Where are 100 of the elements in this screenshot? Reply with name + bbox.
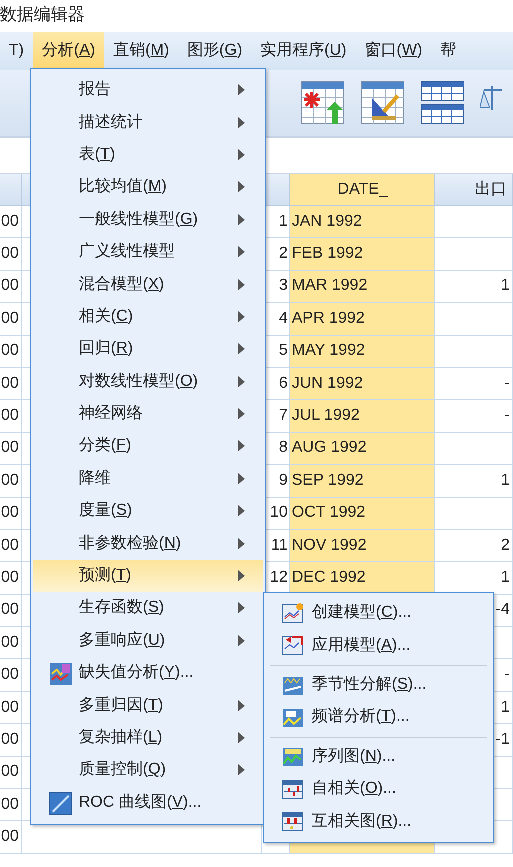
- table-cell: 00: [0, 789, 22, 822]
- table-cell: AUG 1992: [290, 432, 435, 466]
- submenu-arrow-icon: [238, 376, 245, 388]
- table-cell: NOV 1992: [290, 530, 435, 562]
- table-cell: 00: [0, 498, 22, 530]
- menu-item[interactable]: 非参数检验(N): [33, 527, 263, 560]
- chart-icon: [282, 706, 304, 729]
- menu-item[interactable]: 实用程序(U): [252, 32, 356, 70]
- menu-item[interactable]: 缺失值分析(Y)...: [33, 657, 263, 690]
- submenu-arrow-icon: [238, 148, 245, 161]
- table-cell: JUL 1992: [290, 400, 435, 433]
- window-title: 数据编辑器: [0, 4, 86, 26]
- menu-item[interactable]: 分析(A): [33, 32, 104, 70]
- submenu-arrow-icon: [238, 570, 245, 582]
- chart-icon: [282, 778, 304, 801]
- submenu-arrow-icon: [238, 278, 245, 291]
- menu-item[interactable]: 回归(R): [33, 333, 263, 366]
- submenu-arrow-icon: [238, 472, 245, 485]
- submenu-arrow-icon: [238, 84, 245, 96]
- table-cell: 00: [0, 724, 22, 757]
- table-cell: 00: [0, 270, 22, 304]
- submenu-arrow-icon: [238, 764, 245, 776]
- menu-item[interactable]: 一般线性模型(G): [33, 204, 263, 236]
- menu-item[interactable]: 帮: [432, 32, 466, 70]
- menu-item[interactable]: 神经网络: [33, 398, 263, 430]
- table-cell: 00: [0, 465, 22, 498]
- table-cell: DEC 1992: [290, 562, 435, 595]
- table-cell: JAN 1992: [290, 206, 435, 238]
- table-cell: 00: [0, 756, 22, 790]
- submenu-arrow-icon: [238, 634, 245, 647]
- menu-item[interactable]: 多重响应(U): [33, 624, 263, 658]
- split-table-icon[interactable]: [420, 80, 466, 126]
- table-cell: 00: [0, 692, 22, 724]
- submenu-arrow-icon: [238, 700, 245, 712]
- table-cell: 00: [0, 432, 22, 466]
- menu-item[interactable]: 复杂抽样(L): [33, 722, 263, 754]
- table-cell: 1: [435, 465, 513, 498]
- menu-item[interactable]: 降维: [33, 462, 263, 496]
- menu-item[interactable]: 报告: [33, 74, 263, 106]
- menu-item[interactable]: 表(T): [33, 138, 263, 172]
- menu-item[interactable]: 对数线性模型(O): [33, 366, 263, 398]
- chart-icon: [282, 746, 304, 768]
- menu-item[interactable]: T): [0, 32, 34, 70]
- column-header[interactable]: 出口: [435, 174, 513, 206]
- menu-item[interactable]: 窗口(W): [356, 32, 432, 70]
- chart-icon: [282, 811, 304, 834]
- submenu-arrow-icon: [238, 181, 245, 194]
- table-cell: 00: [0, 336, 22, 368]
- table-cell: SEP 1992: [290, 465, 435, 498]
- menu-item[interactable]: 应用模型(A)...: [266, 629, 491, 662]
- submenu-arrow-icon: [238, 505, 245, 518]
- menu-item[interactable]: 自相关(O)...: [266, 772, 491, 806]
- menu-item[interactable]: 广义线性模型: [33, 236, 263, 268]
- submenu-arrow-icon: [238, 214, 245, 226]
- table-cell: -: [435, 400, 513, 433]
- submenu-arrow-icon: [238, 538, 245, 550]
- table-cell: 00: [0, 303, 22, 336]
- table-cell: JUN 1992: [290, 368, 435, 400]
- submenu-arrow-icon: [238, 116, 245, 129]
- submenu-arrow-icon: [238, 246, 245, 258]
- menu-item[interactable]: 图形(G): [178, 32, 252, 70]
- table-cell: FEB 1992: [290, 238, 435, 271]
- table-cell: APR 1992: [290, 303, 435, 336]
- table-cell: 2: [435, 530, 513, 562]
- menu-item[interactable]: 混合模型(X): [33, 268, 263, 301]
- chart-icon: [49, 662, 73, 686]
- menu-item[interactable]: 多重归因(T): [33, 689, 263, 722]
- menu-item[interactable]: 预测(T): [33, 560, 263, 592]
- table-edit-icon[interactable]: [360, 80, 406, 126]
- table-cell: 00: [0, 627, 22, 660]
- column-header[interactable]: DATE_: [290, 174, 435, 206]
- menu-item[interactable]: 生存函数(S): [33, 592, 263, 625]
- table-cell: 00: [0, 400, 22, 433]
- table-cell: MAR 1992: [290, 270, 435, 304]
- submenu-arrow-icon: [238, 343, 245, 356]
- menu-item[interactable]: 相关(C): [33, 300, 263, 334]
- table-cell: OCT 1992: [290, 498, 435, 530]
- menu-item[interactable]: 度量(S): [33, 495, 263, 528]
- table-insert-icon[interactable]: [300, 80, 346, 126]
- menu-item[interactable]: 描述统计: [33, 106, 263, 139]
- chart-icon: [282, 602, 304, 625]
- chart-icon: [282, 635, 304, 658]
- table-cell: 1: [435, 270, 513, 304]
- submenu-arrow-icon: [238, 310, 245, 323]
- menu-item[interactable]: 质量控制(Q): [33, 754, 263, 787]
- menu-item[interactable]: 直销(M): [104, 32, 178, 70]
- submenu-arrow-icon: [238, 440, 245, 452]
- table-cell: -: [435, 368, 513, 400]
- table-cell: 00: [0, 562, 22, 595]
- menu-item[interactable]: 互相关图(R)...: [266, 805, 491, 838]
- chart-icon: [282, 674, 304, 697]
- curve-icon: [49, 792, 73, 816]
- table-cell: 00: [0, 594, 22, 628]
- menu-item[interactable]: 比较均值(M): [33, 171, 263, 204]
- table-cell: MAY 1992: [290, 336, 435, 368]
- menu-item[interactable]: 分类(F): [33, 430, 263, 463]
- menu-item[interactable]: ROC 曲线图(V)...: [33, 786, 263, 819]
- submenu-arrow-icon: [238, 732, 245, 744]
- submenu-arrow-icon: [238, 408, 245, 420]
- table-cell: 00: [0, 238, 22, 271]
